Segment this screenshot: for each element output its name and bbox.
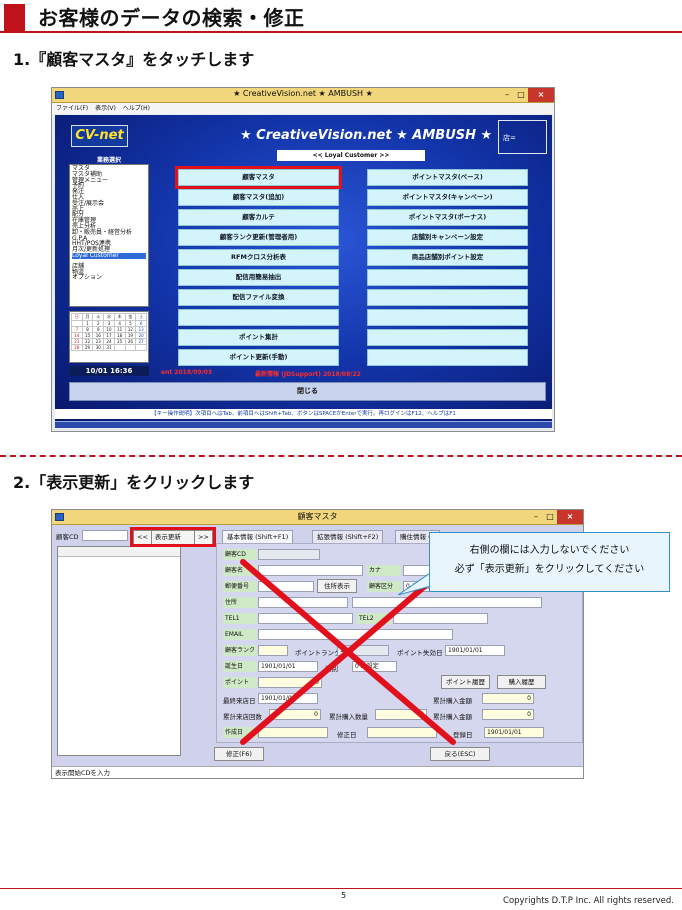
cv-net-logo: CV-net: [71, 125, 128, 147]
calendar-day[interactable]: [113, 344, 126, 351]
header-rule: [0, 31, 682, 33]
status-bar: 表示開始CDを入力: [52, 766, 583, 778]
step-1-heading: 1.『顧客マスタ』をタッチします: [13, 50, 255, 69]
minimize-icon[interactable]: –: [529, 510, 543, 524]
key-help-text: 【キー操作説明】次項目へはTab、前項目へはShift+Tab、ボタンはSPAC…: [55, 409, 552, 419]
calendar-day[interactable]: [135, 344, 147, 351]
app-title: ★ CreativeVision.net ★ AMBUSH ★: [240, 128, 493, 143]
menu-button-left[interactable]: 顧客ランク更新(管理者用): [178, 229, 339, 246]
refresh-highlight-frame: [130, 527, 216, 547]
back-button[interactable]: 戻る(ESC): [430, 747, 490, 761]
callout-line-2: 必ず「表示更新」をクリックしてください: [454, 564, 645, 575]
minimize-icon[interactable]: –: [500, 88, 514, 102]
menu-button-right[interactable]: [367, 349, 528, 366]
calendar-weekday: 月: [81, 313, 94, 321]
menu-button-left[interactable]: 顧客カルテ: [178, 209, 339, 226]
calendar: 日月火水木金土 1 2 3 4 5 6 7 8 9 10 11 12 13 14 15 16 17 18 19 20 21…: [69, 311, 149, 363]
store-box: 店=: [498, 120, 547, 154]
menu-body: CV-net ★ CreativeVision.net ★ AMBUSH ★ <…: [55, 115, 552, 428]
page-title: お客様のデータの検索・修正: [38, 6, 305, 30]
purchase-history-button[interactable]: 購入履歴: [497, 675, 546, 689]
menu-button-right[interactable]: [367, 329, 528, 346]
status-bar: [55, 421, 552, 428]
menu-button-right[interactable]: ポイントマスタ(ベース): [367, 169, 528, 186]
menu-button-left[interactable]: ポイント集計: [178, 329, 339, 346]
calendar-weekday: 木: [113, 313, 126, 321]
menu-file[interactable]: ファイル(F): [56, 105, 88, 112]
menu-button-left[interactable]: [178, 309, 339, 326]
update-info: ent 2018/09/03: [161, 369, 213, 376]
window-title: ★ CreativeVision.net ★ AMBUSH ★: [233, 89, 373, 98]
close-icon[interactable]: ×: [528, 88, 554, 102]
calendar-day[interactable]: 29: [81, 344, 94, 351]
tab-extended-info[interactable]: 拡張情報 (Shift+F2): [312, 530, 384, 543]
section-divider: [0, 455, 682, 457]
menu-button-right[interactable]: [367, 269, 528, 286]
total-amount-2-field[interactable]: 0: [482, 709, 534, 720]
header-accent-bar: [4, 4, 25, 31]
callout-line-1: 右側の欄には入力しないでください: [469, 545, 630, 556]
page-number: 5: [341, 891, 347, 900]
calendar-day[interactable]: 31: [103, 344, 115, 351]
calendar-weekday: 金: [124, 313, 137, 321]
menu-button-left[interactable]: RFMクロス分析表: [178, 249, 339, 266]
total-amount-field[interactable]: 0: [482, 693, 534, 704]
calendar-weekday: 水: [103, 313, 115, 321]
instruction-callout: 右側の欄には入力しないでください 必ず「表示更新」をクリックしてください: [429, 532, 670, 592]
job-item[interactable]: オプション: [72, 275, 146, 281]
copyright: Copyrights D.T.P Inc. All rights reserve…: [503, 896, 674, 906]
menu-button-left[interactable]: 顧客マスタ(追加): [178, 189, 339, 206]
menu-button-left[interactable]: ポイント更新(手動): [178, 349, 339, 366]
customer-cd-input[interactable]: [82, 530, 128, 541]
window-titlebar: ★ CreativeVision.net ★ AMBUSH ★ – □ ×: [52, 88, 554, 103]
customer-cd-label: 顧客CD: [56, 533, 79, 541]
page-header: お客様のデータの検索・修正: [0, 0, 682, 34]
menu-button-right[interactable]: [367, 309, 528, 326]
menu-button-left[interactable]: 顧客マスタ: [175, 166, 342, 189]
modify-button[interactable]: 修正(F6): [214, 747, 264, 761]
calendar-day[interactable]: [124, 344, 137, 351]
menu-button-right[interactable]: [367, 289, 528, 306]
main-menu-screenshot: ★ CreativeVision.net ★ AMBUSH ★ – □ × ファ…: [51, 87, 555, 432]
job-select-label: 業務選択: [96, 157, 121, 164]
menu-button-right[interactable]: ポイントマスタ(ボーナス): [367, 209, 528, 226]
menu-button-right[interactable]: 店舗別キャンペーン設定: [367, 229, 528, 246]
maximize-icon[interactable]: □: [543, 510, 557, 524]
step-2-heading: 2.「表示更新」をクリックします: [13, 473, 255, 492]
calendar-weekday: 土: [135, 313, 147, 321]
footer-rule: [0, 888, 682, 889]
customer-list[interactable]: [57, 546, 181, 756]
subtitle-loyal-customer: << Loyal Customer >>: [277, 150, 425, 161]
calendar-day[interactable]: 28: [71, 344, 83, 351]
clock: 10/01 16:36: [69, 366, 149, 376]
latest-info[interactable]: 最新情報 (JDSupport) 2018/08/22: [255, 369, 361, 378]
registered-field[interactable]: 1901/01/01: [484, 727, 544, 738]
menu-button-right[interactable]: 商品店舗別ポイント設定: [367, 249, 528, 266]
menu-help[interactable]: ヘルプ(H): [123, 105, 150, 112]
calendar-day[interactable]: 30: [92, 344, 105, 351]
window-title: 顧客マスタ: [297, 512, 338, 521]
customer-list-header: [58, 547, 180, 557]
close-button[interactable]: 閉じる: [69, 382, 546, 401]
menu-button-right[interactable]: ポイントマスタ(キャンペーン): [367, 189, 528, 206]
job-list[interactable]: マスタ マスタ補助 管理メニュー 予約 発注 仕入 受注/展示会 売上 配分 在庫管理 売上分析 卸・…: [69, 164, 149, 307]
window-titlebar: 顧客マスタ – □ ×: [52, 510, 583, 525]
tab-basic-info[interactable]: 基本情報 (Shift+F1): [222, 530, 294, 543]
maximize-icon[interactable]: □: [514, 88, 528, 102]
menu-view[interactable]: 表示(V): [95, 105, 116, 112]
menu-button-left[interactable]: 配信用簡易抽出: [178, 269, 339, 286]
calendar-weekday: 火: [92, 313, 105, 321]
menu-button-left[interactable]: 配信ファイル変換: [178, 289, 339, 306]
menu-bar: ファイル(F) 表示(V) ヘルプ(H): [52, 103, 554, 114]
close-icon[interactable]: ×: [557, 510, 583, 524]
calendar-weekday: 日: [71, 313, 83, 321]
